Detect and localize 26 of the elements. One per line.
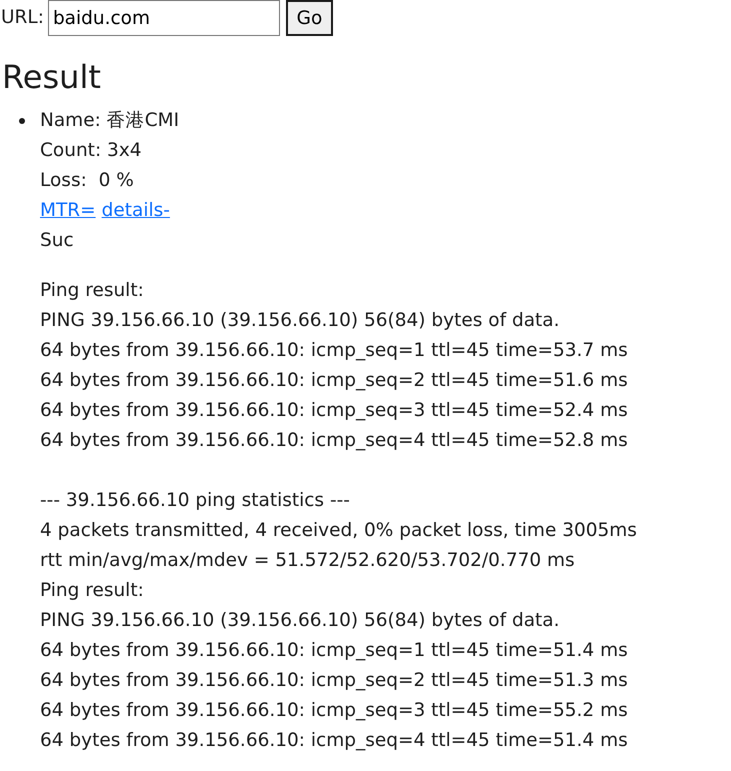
ping-reply-line: 64 bytes from 39.156.66.10: icmp_seq=1 ttl=45 time=53.7 ms — [40, 339, 629, 363]
ping-header-line: PING 39.156.66.10 (39.156.66.10) 56(84) bytes of data. — [40, 309, 561, 333]
ping-reply-line: 64 bytes from 39.156.66.10: icmp_seq=1 ttl=45 time=51.4 ms — [40, 639, 629, 663]
ping-statistics-line: --- 39.156.66.10 ping statistics --- — [40, 489, 351, 513]
loss-text: Loss: 0 % — [40, 169, 135, 193]
ping-title: Ping result: — [40, 579, 145, 603]
ping-reply-line: 64 bytes from 39.156.66.10: icmp_seq=3 ttl=45 time=52.4 ms — [40, 399, 629, 423]
status-text: Suc — [40, 229, 75, 253]
ping-reply-line: 64 bytes from 39.156.66.10: icmp_seq=4 ttl=45 time=51.4 ms — [40, 729, 629, 753]
url-input[interactable]: baidu.com — [48, 0, 280, 36]
ping-reply-line: 64 bytes from 39.156.66.10: icmp_seq=2 ttl=45 time=51.6 ms — [40, 369, 629, 393]
ping-reply-line: 64 bytes from 39.156.66.10: icmp_seq=3 ttl=45 time=55.2 ms — [40, 699, 629, 723]
ping-header-line: PING 39.156.66.10 (39.156.66.10) 56(84) bytes of data. — [40, 609, 561, 633]
ping-reply-line: 64 bytes from 39.156.66.10: icmp_seq=4 ttl=45 time=52.8 ms — [40, 429, 629, 453]
ping-title: Ping result: — [40, 279, 145, 303]
result-heading: Result — [2, 58, 102, 96]
ping-reply-line: 64 bytes from 39.156.66.10: icmp_seq=2 ttl=45 time=51.3 ms — [40, 669, 629, 693]
ping-statistics-line: rtt min/avg/max/mdev = 51.572/52.620/53.702/0.770 ms — [40, 549, 576, 573]
name-text: Name: 香港CMI — [40, 109, 180, 133]
url-label: URL: — [1, 6, 44, 30]
bullet-icon — [19, 118, 25, 124]
ping-statistics-line: 4 packets transmitted, 4 received, 0% packet loss, time 3005ms — [40, 519, 637, 543]
link[interactable]: details- — [102, 196, 170, 226]
go-button[interactable]: Go — [286, 0, 333, 36]
link[interactable]: MTR= — [40, 196, 96, 226]
count-text: Count: 3x4 — [40, 139, 143, 163]
